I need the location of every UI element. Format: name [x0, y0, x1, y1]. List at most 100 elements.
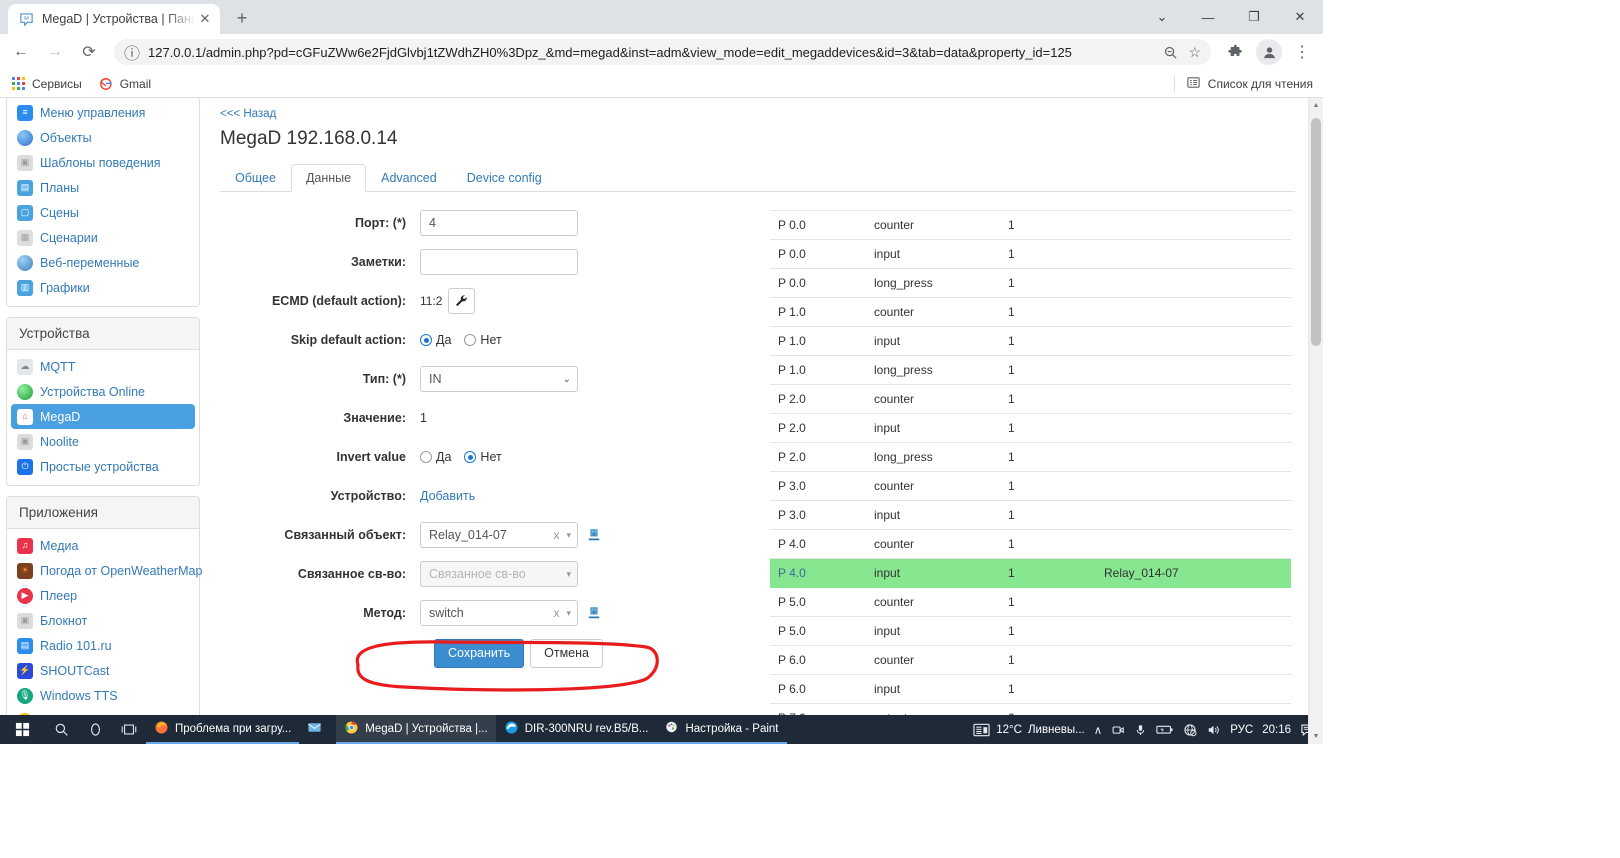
table-row[interactable]: P 2.0 counter 1 — [770, 384, 1291, 414]
tab-dannye[interactable]: Данные — [290, 163, 367, 192]
tab-search-icon[interactable]: ⌄ — [1139, 0, 1185, 34]
page-scrollbar[interactable]: ▲ ▼ — [1308, 98, 1323, 744]
scroll-down-arrow-icon[interactable]: ▼ — [1309, 729, 1323, 744]
row-port[interactable]: P 6.0 — [770, 645, 866, 675]
table-row[interactable]: P 1.0 input 1 — [770, 326, 1291, 356]
skip-default-action-radio-no[interactable] — [464, 334, 477, 346]
row-port[interactable]: P 2.0 — [770, 442, 866, 472]
table-row[interactable]: P 0.0 long_press 1 — [770, 268, 1291, 298]
row-port[interactable]: P 5.0 — [770, 587, 866, 617]
open-external-icon[interactable] — [587, 528, 601, 542]
reading-list-button[interactable]: Список для чтения — [1173, 70, 1313, 98]
skip-default-action-radio-yes[interactable] — [420, 334, 432, 346]
row-port[interactable]: P 2.0 — [770, 384, 866, 414]
row-port[interactable]: P 2.0 — [770, 413, 866, 443]
back-button[interactable]: ← — [6, 37, 36, 67]
row-port[interactable]: P 1.0 — [770, 326, 866, 356]
sidebar-item-templates[interactable]: ▣ Шаблоны поведения — [7, 150, 199, 175]
table-row[interactable]: P 3.0 counter 1 — [770, 471, 1291, 501]
sidebar-item-player[interactable]: ▶ Плеер — [7, 583, 199, 608]
maximize-button[interactable]: ❐ — [1231, 0, 1277, 34]
browser-tab[interactable]: M MegaD | Устройства | Панель управления… — [8, 4, 220, 34]
table-row[interactable]: P 4.0 counter 1 — [770, 529, 1291, 559]
zoom-out-icon[interactable] — [1163, 45, 1178, 60]
sidebar-item-plans[interactable]: ▤ Планы — [7, 175, 199, 200]
tray-language[interactable]: РУС — [1230, 724, 1253, 736]
row-port[interactable]: P 1.0 — [770, 355, 866, 385]
scrollbar-thumb[interactable] — [1311, 118, 1321, 346]
battery-icon[interactable] — [1156, 723, 1174, 736]
task-view-icon[interactable] — [112, 715, 146, 744]
sidebar-item-menu[interactable]: ≡ Меню управления — [7, 100, 199, 125]
table-row[interactable]: P 5.0 input 1 — [770, 616, 1291, 646]
sidebar-item-media[interactable]: ♫ Медиа — [7, 533, 199, 558]
row-port[interactable]: P 6.0 — [770, 674, 866, 704]
sidebar-item-megad[interactable]: ⌂ MegaD — [11, 404, 195, 429]
tray-clock[interactable]: 20:16 — [1262, 724, 1291, 736]
row-port[interactable]: P 5.0 — [770, 616, 866, 646]
clear-icon[interactable]: x — [553, 606, 559, 620]
invert-value-radio-no[interactable] — [464, 451, 477, 463]
sidebar-item-devices-online[interactable]: Устройства Online — [7, 379, 199, 404]
taskbar-item-edge[interactable]: DIR-300NRU rev.B5/B... — [495, 715, 657, 744]
linked-object-select[interactable]: Relay_014-07 x ▾ — [420, 522, 578, 548]
invert-value-radio-yes[interactable] — [420, 451, 432, 463]
sidebar-item-scenes[interactable]: ▢ Сцены — [7, 200, 199, 225]
row-port[interactable]: P 3.0 — [770, 500, 866, 530]
tray-expand-chevron-icon[interactable]: ∧ — [1094, 723, 1102, 737]
table-row[interactable]: P 0.0 input 1 — [770, 239, 1291, 269]
table-row-selected[interactable]: P 4.0 input 1 Relay_014-07 — [770, 558, 1291, 588]
sidebar-item-shoutcast[interactable]: ⚡ SHOUTCast — [7, 658, 199, 683]
table-row[interactable]: P 5.0 counter 1 — [770, 587, 1291, 617]
bookmark-item-services[interactable]: Сервисы — [10, 76, 82, 92]
wrench-icon[interactable] — [448, 288, 476, 314]
sidebar-item-simple-devices[interactable]: ⏻ Простые устройства — [7, 454, 199, 479]
sidebar-item-windows-tts[interactable]: 🎙 Windows TTS — [7, 683, 199, 708]
bookmark-star-icon[interactable]: ☆ — [1188, 44, 1201, 61]
forward-button[interactable]: → — [40, 37, 70, 67]
taskbar-item-chrome[interactable]: MegaD | Устройства |... — [336, 715, 496, 744]
open-external-icon[interactable] — [587, 606, 601, 620]
sidebar-item-mqtt[interactable]: ☁ MQTT — [7, 354, 199, 379]
sidebar-item-radio101[interactable]: ▤ Radio 101.ru — [7, 633, 199, 658]
sidebar-item-objects[interactable]: Объекты — [7, 125, 199, 150]
linked-property-select[interactable]: Связанное св-во ▾ — [420, 561, 578, 587]
new-tab-button[interactable]: + — [228, 4, 256, 32]
row-port[interactable]: P 0.0 — [770, 210, 866, 240]
sidebar-item-charts[interactable]: ▥ Графики — [7, 275, 199, 300]
table-row[interactable]: P 1.0 counter 1 — [770, 297, 1291, 327]
tab-obschee[interactable]: Общее — [220, 164, 291, 193]
row-port[interactable]: P 0.0 — [770, 268, 866, 298]
sidebar-item-noolite[interactable]: ▣ Noolite — [7, 429, 199, 454]
search-icon[interactable] — [44, 715, 78, 744]
extensions-icon[interactable] — [1221, 37, 1251, 67]
camera-icon[interactable] — [1111, 723, 1125, 737]
network-icon[interactable] — [1183, 723, 1197, 737]
volume-icon[interactable] — [1206, 723, 1221, 737]
row-port[interactable]: P 4.0 — [770, 558, 866, 588]
type-select[interactable]: IN ⌄ — [420, 366, 578, 392]
taskbar-item-paint[interactable]: Настройка - Paint — [656, 715, 787, 744]
table-row[interactable]: P 6.0 input 1 — [770, 674, 1291, 704]
add-device-link[interactable]: Добавить — [420, 489, 475, 503]
row-port[interactable]: P 4.0 — [770, 529, 866, 559]
table-row[interactable]: P 0.0 counter 1 — [770, 210, 1291, 240]
minimize-button[interactable]: — — [1185, 0, 1231, 34]
save-button[interactable]: Сохранить — [434, 639, 525, 668]
microphone-icon[interactable] — [1134, 723, 1147, 737]
site-info-icon[interactable]: ⓘ — [124, 44, 140, 63]
table-row[interactable]: P 6.0 counter 1 — [770, 645, 1291, 675]
sidebar-item-scenarios[interactable]: ▦ Сценарии — [7, 225, 199, 250]
sidebar-item-weather[interactable]: ☀ Погода от OpenWeatherMap — [7, 558, 202, 583]
news-and-weather[interactable]: 12°C Ливневы... — [973, 723, 1085, 737]
profile-avatar-icon[interactable] — [1256, 39, 1282, 65]
reload-button[interactable]: ⟳ — [74, 37, 104, 67]
cortana-icon[interactable] — [78, 715, 112, 744]
scroll-up-arrow-icon[interactable]: ▲ — [1309, 98, 1323, 113]
close-window-button[interactable]: ✕ — [1277, 0, 1323, 34]
table-row[interactable]: P 2.0 long_press 1 — [770, 442, 1291, 472]
method-select[interactable]: switch x ▾ — [420, 600, 578, 626]
table-row[interactable]: P 2.0 input 1 — [770, 413, 1291, 443]
cancel-button[interactable]: Отмена — [530, 639, 603, 668]
sidebar-item-notepad[interactable]: ▣ Блокнот — [7, 608, 199, 633]
